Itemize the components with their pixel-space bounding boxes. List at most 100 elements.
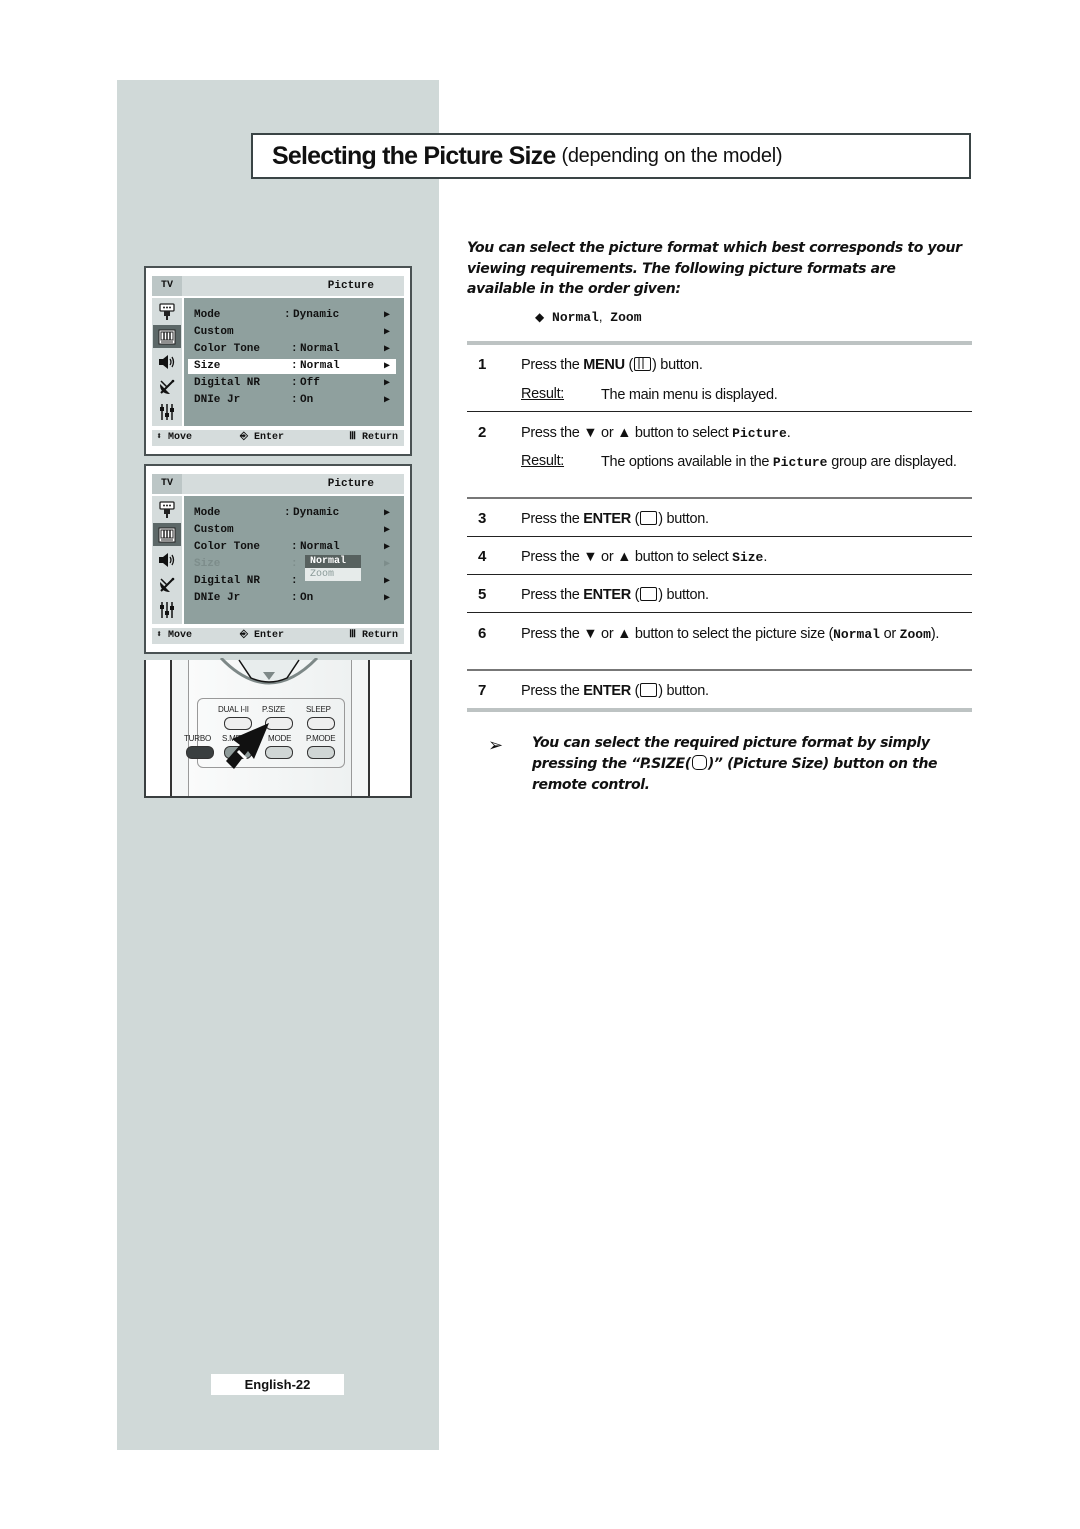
divider [467,669,972,671]
enter-icon [640,683,658,697]
osd-header: TV Picture [152,474,404,494]
dropdown-option-normal[interactable]: Normal [305,555,361,568]
step-number: 5 [478,586,487,603]
osd-row-digital-nr[interactable]: Digital NR: ▶ [188,574,396,589]
osd-footer: ⬍ Move ⎆ Enter Ⅲ Return [152,430,404,446]
enter-icon: ⎆ [240,630,248,641]
step-number: 6 [478,625,487,642]
divider [467,411,972,412]
osd-row-size[interactable]: Size: Normal ▶ [188,359,396,374]
step-number: 4 [478,548,487,565]
title-main: Selecting the Picture Size [272,141,556,170]
remote-label-psize: P.SIZE [262,705,286,714]
pointer-arrow-icon [226,723,269,769]
page-number: English-22 [211,1374,344,1395]
up-down-icon: ⬍ [156,630,163,641]
osd-tv-label: TV [152,474,182,494]
arrow-right-icon: ▶ [383,525,390,536]
osd-row-digital-nr[interactable]: Digital NR: Off ▶ [188,376,396,391]
note-arrow-icon: ➢ [488,735,504,755]
osd-row-dnie-jr[interactable]: DNIe Jr: On ▶ [188,591,396,606]
arrow-right-icon: ▶ [383,378,390,389]
osd-row-mode[interactable]: Mode: Dynamic ▶ [188,506,396,521]
remote-control-illustration: DUAL I-II P.SIZE SLEEP TURBO S.MENU MODE… [144,658,412,798]
osd-icon-bar [152,298,182,426]
arrow-right-icon: ▶ [383,395,390,406]
osd-row-color-tone[interactable]: Color Tone: Normal ▶ [188,342,396,357]
dpad-down-icon [219,658,319,685]
osd-body: Mode: Dynamic ▶ Custom ▶ Color Tone: Normal ▶… [184,496,404,624]
osd-header: TV Picture [152,276,404,296]
arrow-right-icon: ▶ [383,559,390,570]
step-number: 2 [478,424,487,441]
arrow-right-icon: ▶ [383,542,390,553]
up-down-icon: ⬍ [156,432,163,443]
step-5-text: Press the ENTER () button. [521,587,709,603]
step-1-result: The main menu is displayed. [601,387,778,403]
remote-pmode-button[interactable] [307,746,335,759]
remote-label-pmode: P.MODE [306,734,336,743]
osd-row-color-tone[interactable]: Color Tone: Normal ▶ [188,540,396,555]
input-icon[interactable] [153,498,181,521]
osd-tv-label: TV [152,276,182,296]
diamond-bullet-icon: ◆ [535,310,545,324]
osd-row-custom[interactable]: Custom ▶ [188,325,396,340]
arrow-right-icon: ▶ [383,344,390,355]
osd-title: Picture [327,478,374,490]
step-2-text: Press the ▼ or ▲ button to select Pictur… [521,425,791,441]
setup-icon[interactable] [153,400,181,423]
divider [467,612,972,613]
arrow-right-icon: ▶ [383,327,390,338]
channel-icon[interactable] [153,375,181,398]
step-1-text: Press the MENU () button. [521,357,703,373]
osd-icon-bar [152,496,182,624]
tip-note: You can select the required picture form… [532,735,938,793]
enter-icon [640,511,658,525]
picture-icon[interactable] [153,523,181,546]
picture-size-icon [691,755,707,770]
remote-label-sleep: SLEEP [306,705,331,714]
step-2-result: The options available in the Picture gro… [601,454,957,470]
osd-title: Picture [327,280,374,292]
arrow-right-icon: ▶ [383,361,390,372]
osd-footer: ⬍ Move ⎆ Enter Ⅲ Return [152,628,404,644]
setup-icon[interactable] [153,598,181,621]
step-3-text: Press the ENTER () button. [521,511,709,527]
menu-icon: Ⅲ [349,630,356,641]
divider [467,497,972,499]
sound-icon[interactable] [153,548,181,571]
remote-label-turbo: TURBO [184,734,212,743]
remote-turbo-button[interactable] [186,746,214,759]
osd-row-mode[interactable]: Mode: Dynamic ▶ [188,308,396,323]
input-icon[interactable] [153,300,181,323]
page-title: Selecting the Picture Size (depending on… [251,133,971,179]
tv-osd-menu-1: TV Picture Mode: Dynamic ▶ Custom ▶ Color T… [144,266,412,456]
channel-icon[interactable] [153,573,181,596]
osd-row-custom[interactable]: Custom ▶ [188,523,396,538]
step-number: 7 [478,682,487,699]
tv-osd-menu-2: TV Picture Mode: Dynamic ▶ Custom ▶ Color T… [144,464,412,654]
title-qualifier: (depending on the model) [561,144,783,167]
divider [467,341,972,345]
picture-icon[interactable] [153,325,181,348]
osd-body: Mode: Dynamic ▶ Custom ▶ Color Tone: Normal ▶… [184,298,404,426]
step-7-text: Press the ENTER () button. [521,683,709,699]
divider [467,708,972,712]
step-4-text: Press the ▼ or ▲ button to select Size. [521,549,768,565]
arrow-right-icon: ▶ [383,310,390,321]
format-list: ◆ Normal, Zoom [535,309,642,325]
osd-row-size[interactable]: Size: Normal Zoom ▶ [188,555,396,581]
step-6-text: Press the ▼ or ▲ button to select the pi… [521,626,940,642]
sound-icon[interactable] [153,350,181,373]
remote-sleep-button[interactable] [307,717,335,730]
enter-icon: ⎆ [240,432,248,443]
divider [467,536,972,537]
menu-icon [634,357,652,371]
osd-row-dnie-jr[interactable]: DNIe Jr: On ▶ [188,393,396,408]
arrow-right-icon: ▶ [383,508,390,519]
result-label: Result: [521,386,565,402]
divider [467,574,972,575]
enter-icon [640,587,658,601]
menu-icon: Ⅲ [349,432,356,443]
intro-text: You can select the picture format which … [467,240,962,297]
